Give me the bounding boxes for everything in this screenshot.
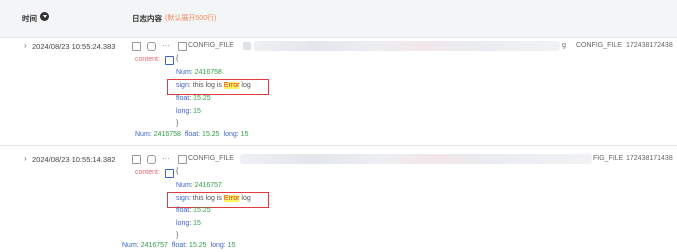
field-num: Num: 2416758 bbox=[176, 69, 222, 76]
field-long: long: 15 bbox=[176, 108, 201, 115]
column-id: 172438171438 bbox=[626, 155, 673, 162]
sort-icon[interactable] bbox=[40, 12, 49, 21]
field-long: long: 15 bbox=[176, 220, 201, 227]
field-float: float: 15.25 bbox=[176, 95, 211, 102]
content-key: content: bbox=[135, 169, 160, 176]
collapse-icon[interactable] bbox=[165, 169, 174, 178]
column-id: 172438172438 bbox=[626, 42, 673, 49]
content-key: content: bbox=[135, 56, 160, 63]
column-header-time[interactable]: 时间 bbox=[22, 13, 37, 24]
more-icon[interactable]: ··· bbox=[162, 41, 170, 50]
copy-icon[interactable] bbox=[132, 155, 141, 164]
brace-close: } bbox=[176, 232, 179, 239]
log-timestamp: 2024/08/23 10:55:14.382 bbox=[32, 155, 116, 164]
tag-icon bbox=[178, 42, 187, 51]
table-header bbox=[0, 0, 677, 38]
expand-lines-note: (默认展开500行) bbox=[165, 15, 217, 22]
config-file-tag: CONFIG_FILE bbox=[188, 155, 234, 162]
more-icon[interactable]: ··· bbox=[162, 154, 170, 163]
chevron-right-icon[interactable]: › bbox=[24, 154, 27, 163]
log-summary: Num: 2416757 float: 15.25 long: 15 bbox=[122, 242, 236, 249]
column-config-file: FIG_FILE bbox=[593, 155, 624, 162]
collapse-icon[interactable] bbox=[165, 56, 174, 65]
brace-close: } bbox=[176, 120, 179, 127]
trailing-text: g bbox=[562, 42, 566, 49]
redacted-log-text bbox=[254, 41, 560, 51]
field-sign: sign: this log is Error log bbox=[176, 82, 251, 89]
column-header-log-content: 日志内容 bbox=[132, 14, 162, 23]
view-icon[interactable] bbox=[147, 42, 156, 51]
redacted-log-text bbox=[240, 154, 592, 164]
column-config-file: CONFIG_FILE bbox=[576, 42, 622, 49]
field-float: float: 15.25 bbox=[176, 207, 211, 214]
log-summary: Num: 2416758 float: 15.25 long: 15 bbox=[135, 131, 249, 138]
config-file-tag: CONFIG_FILE bbox=[188, 42, 234, 49]
table-row bbox=[0, 38, 677, 145]
field-num: Num: 2416757 bbox=[176, 182, 222, 189]
chevron-right-icon[interactable]: › bbox=[24, 41, 27, 50]
tag-icon bbox=[178, 155, 187, 164]
copy-icon[interactable] bbox=[132, 42, 141, 51]
view-icon[interactable] bbox=[147, 155, 156, 164]
redacted-square bbox=[243, 42, 251, 50]
brace-open: { bbox=[176, 55, 179, 62]
field-sign: sign: this log is Error log bbox=[176, 195, 251, 202]
log-timestamp: 2024/08/23 10:55:24.383 bbox=[32, 42, 116, 51]
brace-open: { bbox=[176, 168, 179, 175]
